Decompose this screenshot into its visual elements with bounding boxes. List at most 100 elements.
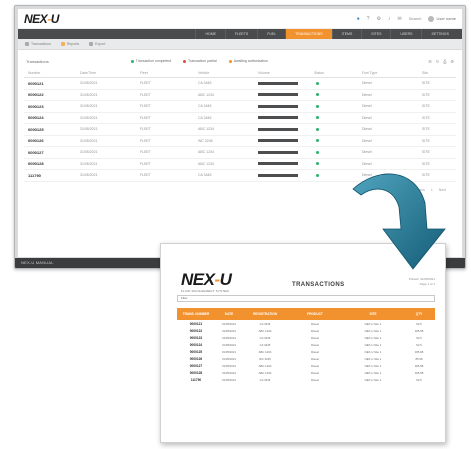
report-row: 0000127 31/05/2021 ABC 1234 Diesel NEX-U Sit… [177, 362, 435, 369]
cell-date: 31/05/2021 [80, 161, 98, 166]
status-legend: Transaction completed Transaction partial… [130, 59, 268, 63]
column-header[interactable]: Date/Time [76, 71, 136, 75]
report-logo-text: NEX-U [181, 270, 232, 289]
nav-transactions[interactable]: TRANSACTIONS [285, 29, 332, 39]
report-cell-number: 0000121 [189, 321, 203, 326]
report-cell-site: NEX-U Site 1 [364, 377, 382, 382]
cell-site: SITE [422, 115, 430, 120]
column-header[interactable]: Volume [254, 71, 310, 75]
report-logo: NEX-U FLUID MANAGEMENT SYSTEM [181, 270, 232, 293]
report-cell-registration: ABC 1234 [258, 370, 272, 375]
report-cell-number: 0000127 [189, 363, 203, 368]
refresh-icon[interactable]: ↻ [436, 59, 439, 64]
help-icon[interactable]: ? [367, 16, 370, 22]
table-row[interactable]: 0000124 31/05/2021 FLEET CA 3445 Diesel SITE [24, 113, 456, 124]
top-icons: ● ? ⚙ ♪ ✉ Search User name [357, 15, 456, 22]
report-row: 0000123 31/05/2021 CA 3445 Diesel NEX-U Site… [177, 334, 435, 341]
filter-icon[interactable]: ☰ [428, 59, 432, 64]
subnav-label: Transactions [31, 42, 51, 46]
cell-fuel: Diesel [362, 104, 372, 109]
table-row[interactable]: 0000121 31/05/2021 FLEET CA 3445 Diesel SITE [24, 78, 456, 90]
print-icon[interactable]: ⎙ [443, 59, 446, 64]
report-cell-site: NEX-U Site 1 [364, 370, 382, 375]
report-table: TRANS. NUMBER DATE REGISTRATION PRODUCT SITE… [177, 308, 435, 383]
nav-users[interactable]: USERS [390, 29, 421, 39]
report-cell-date: 31/05/2021 [222, 335, 236, 340]
table-row[interactable]: 0000125 31/05/2021 FLEET ABC 1234 Diesel SITE [24, 124, 456, 136]
printed-report: NEX-U FLUID MANAGEMENT SYSTEM TRANSACTIO… [160, 243, 446, 443]
main-nav: HOME FLEETS FUEL TRANSACTIONS ITEMS SITES USER… [18, 29, 462, 39]
report-cell-registration: CA 3445 [259, 342, 271, 347]
avatar [428, 15, 435, 22]
report-cell-qty: 52.6 [416, 377, 422, 382]
cell-date: 31/05/2021 [80, 104, 98, 109]
nav-sites[interactable]: SITES [361, 29, 390, 39]
nav-items[interactable]: ITEMS [331, 29, 362, 39]
subnav-transactions[interactable]: Transactions [25, 42, 51, 46]
report-cell-product: Diesel [311, 370, 319, 375]
status-dot-icon [316, 127, 319, 131]
subnav-export[interactable]: Export [89, 42, 105, 46]
cell-number: 0000128 [28, 161, 44, 167]
column-header[interactable]: Site [418, 71, 458, 75]
search-link[interactable]: Search [409, 16, 422, 21]
column-header[interactable]: Fuel Type [358, 71, 418, 75]
report-cell-product: Diesel [311, 335, 319, 340]
gear-icon[interactable]: ⚙ [377, 16, 381, 22]
grid-toolbar: Transactions Transaction completed Transa… [18, 54, 462, 68]
settings-icon[interactable]: ⚙ [450, 59, 454, 64]
cell-fuel: Diesel [362, 138, 372, 143]
table-row[interactable]: 0000122 31/05/2021 FLEET ABC 1234 Diesel SITE [24, 90, 456, 101]
legend-item: Awaiting authorization [228, 59, 268, 63]
report-cell-registration: ABC 1234 [258, 363, 272, 368]
report-column-header: QTY [415, 312, 423, 316]
column-header[interactable]: Number [24, 71, 76, 75]
report-table-header: TRANS. NUMBER DATE REGISTRATION PRODUCT SITE… [177, 308, 435, 320]
status-dot-icon [316, 104, 319, 108]
cell-date: 31/05/2021 [80, 92, 98, 97]
nav-fuel[interactable]: FUEL [257, 29, 285, 39]
cell-site: SITE [422, 92, 430, 97]
cell-number: 0000125 [28, 126, 44, 132]
table-row[interactable]: 0000127 31/05/2021 FLEET ABC 1234 Diesel SITE [24, 147, 456, 159]
cell-fuel: Diesel [362, 115, 372, 120]
cell-fuel: Diesel [362, 92, 372, 97]
report-cell-qty: 185.98 [414, 328, 424, 333]
report-cell-site: NEX-U Site 1 [364, 342, 382, 347]
cell-site: SITE [422, 104, 430, 109]
report-cell-date: 31/05/2021 [222, 342, 236, 347]
column-header[interactable]: Status [310, 71, 358, 75]
nav-home[interactable]: HOME [195, 29, 225, 39]
nav-settings[interactable]: SETTINGS [421, 29, 458, 39]
subnav-label: Export [95, 42, 106, 46]
home-icon[interactable]: ● [357, 16, 360, 22]
cell-fleet: FLEET [140, 150, 151, 155]
mail-icon[interactable]: ✉ [398, 16, 402, 22]
report-cell-qty: 185.98 [414, 349, 424, 354]
logo-text: NEX-U [24, 11, 59, 26]
cell-site: SITE [422, 81, 430, 86]
cell-date: 31/05/2021 [80, 173, 98, 178]
report-filter: Filter [177, 295, 435, 302]
volume-bar [258, 139, 298, 143]
bell-icon[interactable]: ♪ [388, 16, 391, 22]
subnav-reports[interactable]: Reports [60, 42, 80, 46]
status-dot-icon [316, 150, 319, 154]
report-cell-qty: 85.98 [415, 356, 423, 361]
volume-bar [258, 150, 298, 154]
report-cell-registration: ABC 1234 [258, 349, 272, 354]
cell-number: 0000127 [28, 149, 44, 155]
report-cell-date: 31/05/2021 [222, 349, 236, 354]
user-menu[interactable]: User name [428, 15, 456, 22]
table-row[interactable]: 0000123 31/05/2021 FLEET CA 3445 Diesel SITE [24, 101, 456, 113]
status-dot-icon [316, 139, 319, 143]
column-header[interactable]: Vehicle [194, 71, 254, 75]
column-header[interactable]: Fleet [136, 71, 194, 75]
app-logo[interactable]: NEX-U [24, 12, 59, 26]
table-row[interactable]: 0000126 31/05/2021 FLEET WC 3245 Diesel SITE [24, 136, 456, 147]
subnav-label: Reports [66, 42, 80, 46]
report-title: TRANSACTIONS [292, 282, 345, 288]
user-name: User name [436, 16, 456, 21]
nav-fleets[interactable]: FLEETS [224, 29, 257, 39]
cell-number: 0000123 [28, 103, 44, 109]
